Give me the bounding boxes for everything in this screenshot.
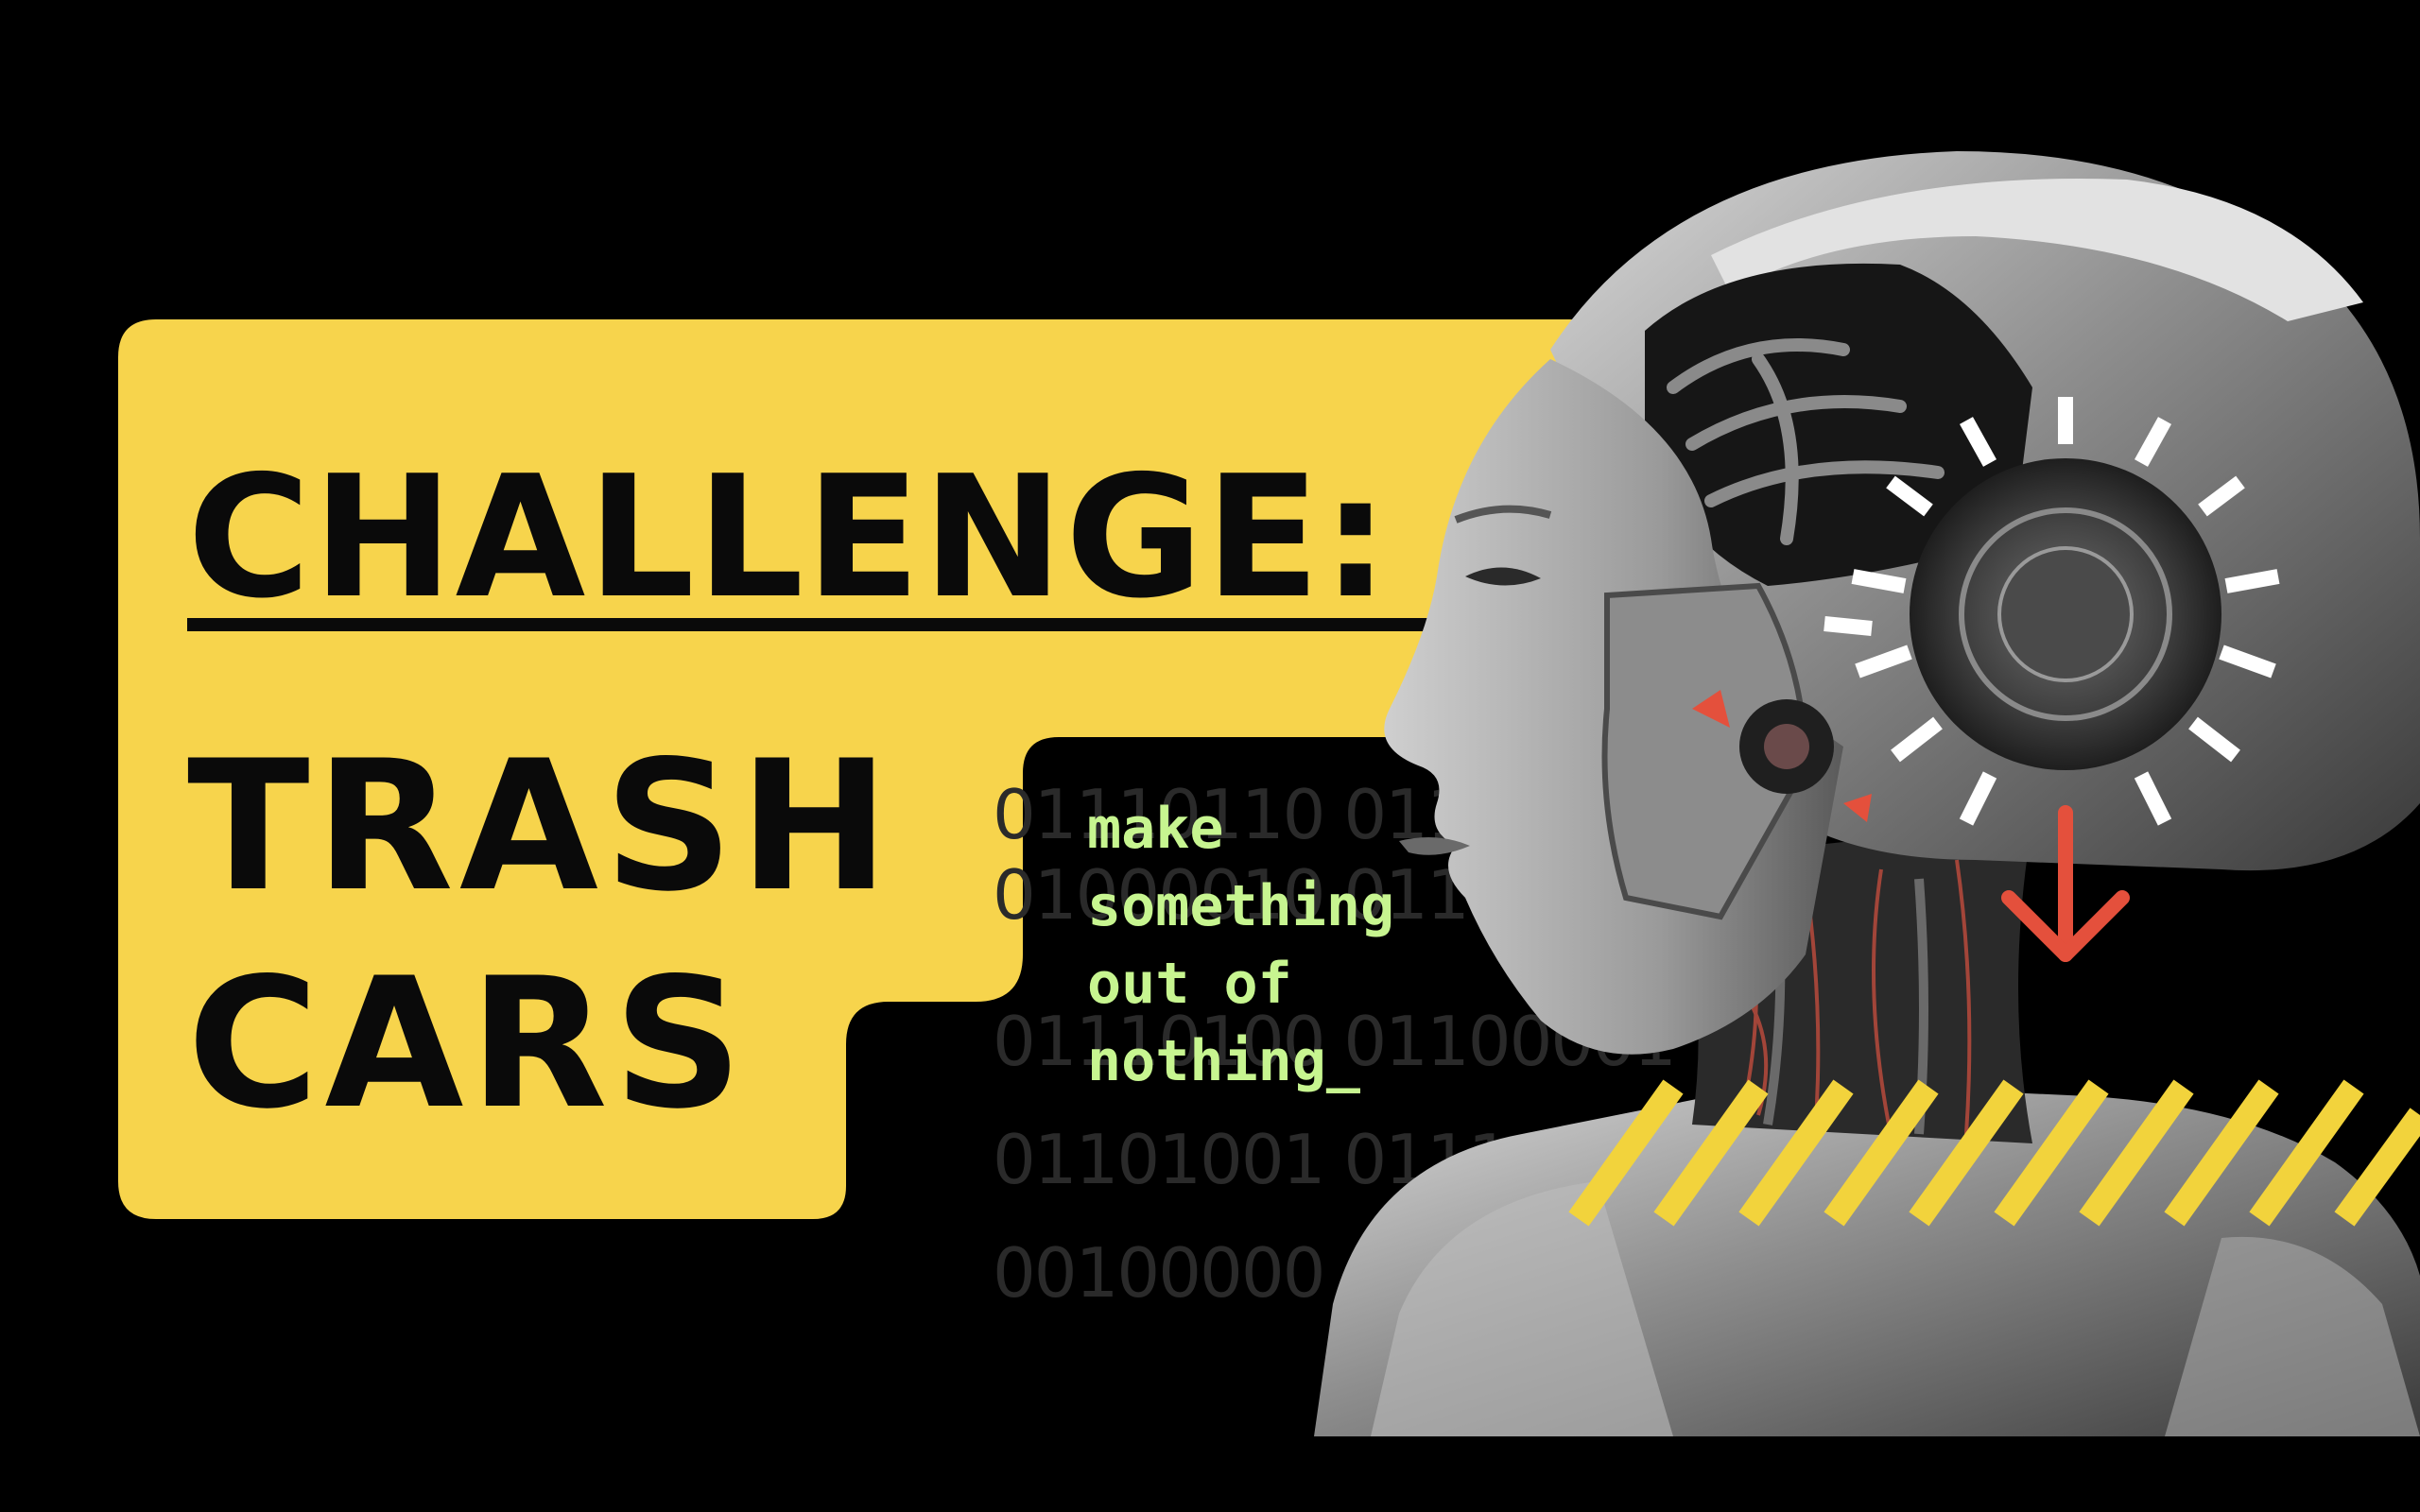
robot-head-icon bbox=[1314, 151, 2420, 1436]
binary-row: 00100000 bbox=[993, 1233, 1325, 1313]
robot-cheek-eye-inner bbox=[1764, 724, 1809, 769]
headline-underline bbox=[187, 618, 1435, 631]
headline-cars: CARS bbox=[187, 939, 749, 1148]
banner: 01110110 01100 01000010 01110 01110100 0… bbox=[0, 0, 2420, 1512]
headline-trash: TRASH bbox=[187, 722, 895, 931]
robot-ear-ring bbox=[1997, 546, 2134, 682]
headline-challenge: CHALLENGE: bbox=[187, 439, 1392, 635]
